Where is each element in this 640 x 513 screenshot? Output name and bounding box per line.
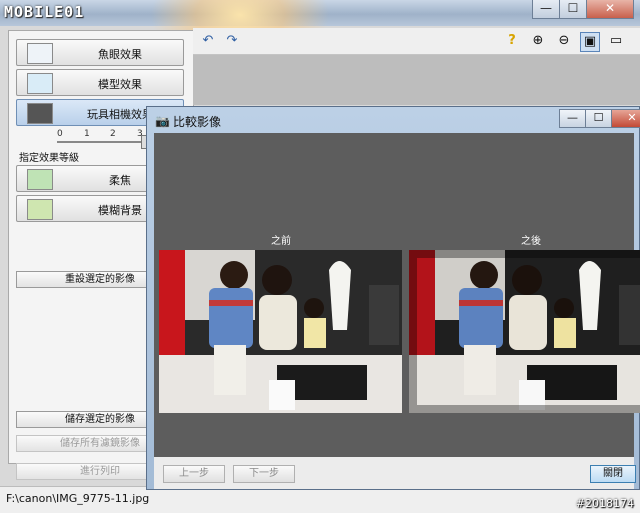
before-image: [159, 250, 402, 413]
compare-area: 之前 之後: [154, 133, 640, 457]
app-logo: MOBILE01: [4, 3, 85, 21]
miniature-effect-button[interactable]: 模型效果: [16, 69, 184, 96]
dialog-close-button[interactable]: ✕: [611, 109, 640, 128]
tick-label: 1: [84, 129, 90, 139]
status-bar: F:\canon\IMG_9775-11.jpg #2018174: [0, 486, 640, 513]
tick-label: 0: [57, 129, 63, 139]
file-path: F:\canon\IMG_9775-11.jpg: [6, 492, 150, 505]
zoom-out-icon[interactable]: ⊖: [555, 32, 573, 50]
next-button[interactable]: 下一步: [233, 465, 295, 483]
maximize-button[interactable]: ☐: [559, 0, 587, 19]
compare-view-icon[interactable]: ▭: [607, 32, 625, 50]
dialog-title: 比較影像: [173, 115, 222, 129]
watermark: #2018174: [575, 497, 634, 510]
help-icon[interactable]: ?: [503, 32, 521, 50]
dialog-footer: 上一步 下一步 關閉: [154, 457, 636, 489]
after-label: 之後: [521, 236, 541, 247]
dialog-minimize-button[interactable]: —: [559, 109, 586, 128]
rotate-right-icon[interactable]: ↷: [223, 32, 241, 50]
image-canvas: [193, 55, 640, 105]
soft-focus-icon: [27, 169, 53, 190]
minimize-button[interactable]: —: [532, 0, 560, 19]
image-toolbar: ↶ ↷ ? ⊕ ⊖ ▣ ▭: [193, 28, 640, 55]
effect-label: 魚眼效果: [98, 48, 142, 61]
after-image: [409, 250, 640, 413]
compare-images-dialog: 📷 比較影像 — ☐ ✕ 之前 之後 上一步 下一步 關閉: [146, 106, 640, 490]
miniature-icon: [27, 73, 53, 94]
title-bar: MOBILE01 — ☐ ✕: [0, 0, 640, 70]
effect-level-slider[interactable]: [57, 141, 141, 143]
fit-image-icon[interactable]: ▣: [580, 32, 600, 52]
fisheye-effect-button[interactable]: 魚眼效果: [16, 39, 184, 66]
zoom-in-icon[interactable]: ⊕: [529, 32, 547, 50]
camera-icon: 📷: [155, 114, 170, 128]
effect-level-label: 指定效果等級: [19, 153, 79, 164]
effect-label: 模型效果: [98, 78, 142, 91]
dialog-maximize-button[interactable]: ☐: [585, 109, 612, 128]
toy-camera-icon: [27, 103, 53, 124]
close-button[interactable]: ✕: [586, 0, 634, 19]
rotate-left-icon[interactable]: ↶: [199, 32, 217, 50]
fisheye-icon: [27, 43, 53, 64]
close-dialog-button[interactable]: 關閉: [590, 465, 636, 483]
blur-background-icon: [27, 199, 53, 220]
before-label: 之前: [271, 236, 291, 247]
previous-button[interactable]: 上一步: [163, 465, 225, 483]
tick-label: 2: [110, 129, 116, 139]
